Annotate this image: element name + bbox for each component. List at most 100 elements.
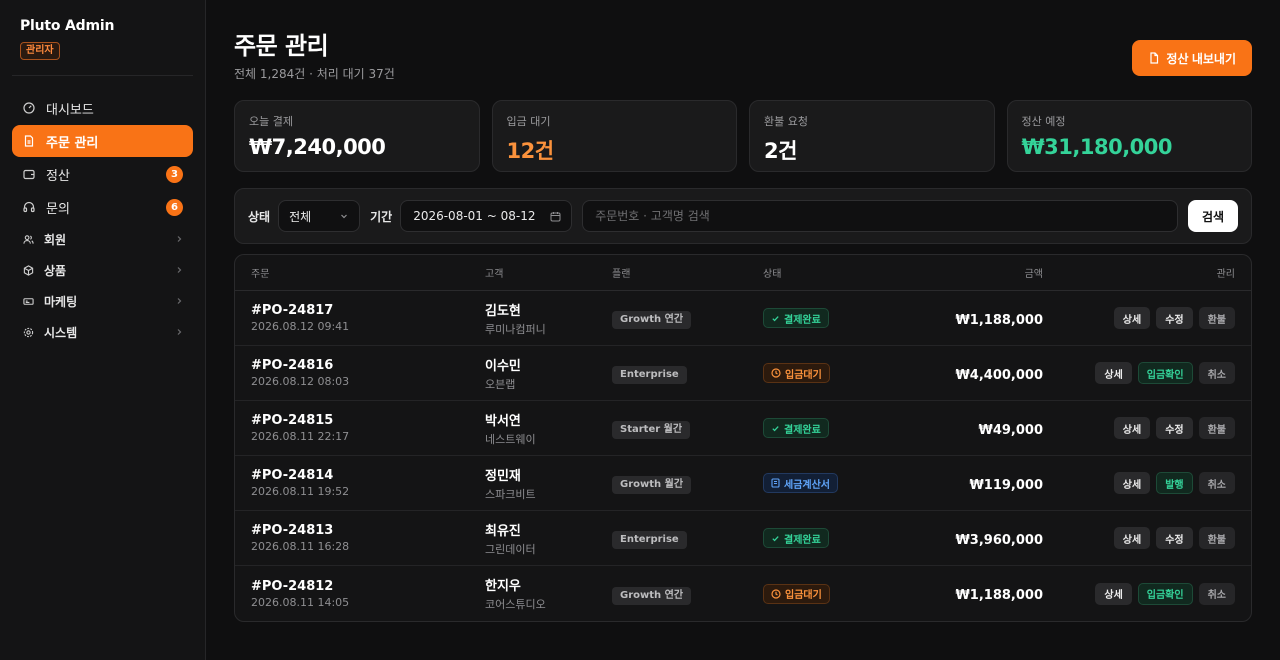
row-action-button[interactable]: 입금확인 xyxy=(1137,582,1193,605)
table-row[interactable]: #PO-24817 2026.08.12 09:41 김도현 루미나컴퍼니 Gr… xyxy=(235,291,1251,346)
actions-cell: 상세 입금확인 취소 xyxy=(1043,582,1235,605)
search-button[interactable]: 검색 xyxy=(1188,200,1238,232)
box-icon xyxy=(22,264,34,276)
order-cell: #PO-24817 2026.08.12 09:41 xyxy=(251,303,485,333)
row-action-button[interactable]: 환불 xyxy=(1198,417,1235,439)
sidebar-item-1[interactable]: 주문 관리 xyxy=(12,125,193,157)
sidebar: Pluto Admin 관리자 대시보드 주문 관리 정산 3 문의 6 회원 … xyxy=(0,0,206,660)
row-action-button[interactable]: 상세 xyxy=(1113,527,1151,549)
row-action-button[interactable]: 상세 xyxy=(1095,582,1132,605)
order-id[interactable]: #PO-24817 xyxy=(251,303,485,318)
col-amount: 금액 xyxy=(1024,269,1043,280)
order-id[interactable]: #PO-24813 xyxy=(251,523,485,538)
status-text: 입금대기 xyxy=(785,369,822,381)
status-text: 결제완료 xyxy=(784,424,821,436)
row-action-button[interactable]: 수정 xyxy=(1156,527,1193,549)
table-row[interactable]: #PO-24814 2026.08.11 19:52 정민재 스파크비트 Gro… xyxy=(235,456,1251,511)
sidebar-group-label: 마케팅 xyxy=(44,294,78,309)
order-id[interactable]: #PO-24812 xyxy=(251,579,485,594)
status-badge: 결제완료 xyxy=(763,528,829,549)
sidebar-group-2[interactable]: 마케팅 xyxy=(12,286,193,316)
table-row[interactable]: #PO-24813 2026.08.11 16:28 최유진 그린데이터 Ent… xyxy=(235,511,1251,566)
check-icon xyxy=(771,314,780,323)
check-icon xyxy=(771,534,780,543)
row-action-button[interactable]: 수정 xyxy=(1156,307,1193,329)
row-action-button[interactable]: 입금확인 xyxy=(1137,362,1193,384)
export-label: 정산 내보내기 xyxy=(1166,51,1236,66)
order-amount: ₩49,000 xyxy=(978,422,1043,438)
order-id[interactable]: #PO-24815 xyxy=(251,413,485,428)
order-id[interactable]: #PO-24816 xyxy=(251,358,485,373)
sidebar-group-1[interactable]: 상품 xyxy=(12,255,193,285)
page-title: 주문 관리 xyxy=(234,32,329,60)
customer-name: 최유진 xyxy=(485,523,521,539)
row-action-button[interactable]: 환불 xyxy=(1198,527,1235,549)
sidebar-group-label: 시스템 xyxy=(44,325,78,340)
row-action-button[interactable]: 취소 xyxy=(1198,582,1235,605)
plan-cell: Growth 연간 xyxy=(612,583,763,605)
plan-chip: Growth 연간 xyxy=(612,311,692,329)
actions-cell: 상세 수정 환불 xyxy=(1043,527,1235,549)
sidebar-item-2[interactable]: 정산 3 xyxy=(12,158,193,190)
chevron-right-icon xyxy=(175,266,183,274)
search-input[interactable] xyxy=(582,200,1178,232)
status-text: 입금대기 xyxy=(785,590,822,601)
row-action-button[interactable]: 환불 xyxy=(1198,307,1235,329)
plan-cell: Growth 연간 xyxy=(612,307,763,329)
order-date: 2026.08.11 16:28 xyxy=(251,540,350,553)
row-action-button[interactable]: 취소 xyxy=(1198,362,1235,384)
brand-name: Pluto Admin xyxy=(20,18,115,34)
filter-bar: 상태 전체 기간 2026-08-01 ~ 08-12 검색 xyxy=(234,188,1252,244)
amount-cell: ₩4,400,000 xyxy=(881,364,1043,383)
customer-company: 그린데이터 xyxy=(485,542,536,556)
sidebar-item-label: 문의 xyxy=(46,201,70,217)
status-cell: 입금대기 xyxy=(763,363,881,383)
sidebar-group-0[interactable]: 회원 xyxy=(12,224,193,254)
stat-value: 2건 xyxy=(764,139,797,163)
customer-company: 루미나컴퍼니 xyxy=(485,322,546,336)
stats-row: 오늘 결제 ₩7,240,000 입금 대기 12건 환불 요청 2건 정산 예정 ₩… xyxy=(234,100,1252,172)
role-badge: 관리자 xyxy=(20,42,60,60)
actions-cell: 상세 발행 취소 xyxy=(1043,472,1235,494)
sidebar-item-0[interactable]: 대시보드 xyxy=(12,92,193,124)
row-action-button[interactable]: 상세 xyxy=(1095,362,1132,384)
stat-label: 환불 요청 xyxy=(764,115,808,128)
order-cell: #PO-24813 2026.08.11 16:28 xyxy=(251,523,485,553)
row-action-button[interactable]: 취소 xyxy=(1198,472,1235,494)
status-cell: 결제완료 xyxy=(763,418,881,439)
col-actions: 관리 xyxy=(1216,269,1235,280)
table-row[interactable]: #PO-24815 2026.08.11 22:17 박서연 네스트웨이 Sta… xyxy=(235,401,1251,456)
order-cell: #PO-24812 2026.08.11 14:05 xyxy=(251,579,485,609)
order-amount: ₩1,188,000 xyxy=(955,588,1043,603)
order-id[interactable]: #PO-24814 xyxy=(251,468,485,483)
customer-name: 이수민 xyxy=(485,358,521,374)
row-action-button[interactable]: 상세 xyxy=(1113,472,1151,494)
stat-value: ₩31,180,000 xyxy=(1021,135,1173,159)
row-action-button[interactable]: 상세 xyxy=(1113,307,1151,329)
plan-chip: Growth 연간 xyxy=(612,586,692,605)
row-action-button[interactable]: 상세 xyxy=(1113,417,1151,439)
customer-cell: 최유진 그린데이터 xyxy=(485,520,612,557)
row-action-button[interactable]: 수정 xyxy=(1156,417,1193,439)
customer-company: 오븐랩 xyxy=(485,377,516,391)
row-action-button[interactable]: 발행 xyxy=(1156,472,1193,494)
sidebar-group-3[interactable]: 시스템 xyxy=(12,317,193,347)
sidebar-group-label: 상품 xyxy=(44,263,67,278)
status-select[interactable]: 전체 xyxy=(278,200,361,232)
amount-cell: ₩3,960,000 xyxy=(881,529,1043,548)
export-settlement-button[interactable]: 정산 내보내기 xyxy=(1132,40,1252,76)
order-date: 2026.08.11 14:05 xyxy=(251,595,350,609)
table-row[interactable]: #PO-24812 2026.08.11 14:05 한지우 코어스튜디오 Gr… xyxy=(235,566,1251,621)
sidebar-item-3[interactable]: 문의 6 xyxy=(12,191,193,223)
headset-icon xyxy=(22,200,36,214)
order-date: 2026.08.11 22:17 xyxy=(251,430,350,443)
amount-cell: ₩1,188,000 xyxy=(881,309,1043,328)
sidebar-item-label: 정산 xyxy=(46,168,70,184)
period-date-picker[interactable]: 2026-08-01 ~ 08-12 xyxy=(400,200,573,232)
sidebar-group-label: 회원 xyxy=(44,232,67,247)
chevron-right-icon xyxy=(175,297,183,305)
table-row[interactable]: #PO-24816 2026.08.12 08:03 이수민 오븐랩 Enter… xyxy=(235,346,1251,401)
stat-card: 환불 요청 2건 xyxy=(749,100,995,172)
stat-value: ₩7,240,000 xyxy=(249,135,386,159)
status-text: 결제완료 xyxy=(784,534,821,546)
